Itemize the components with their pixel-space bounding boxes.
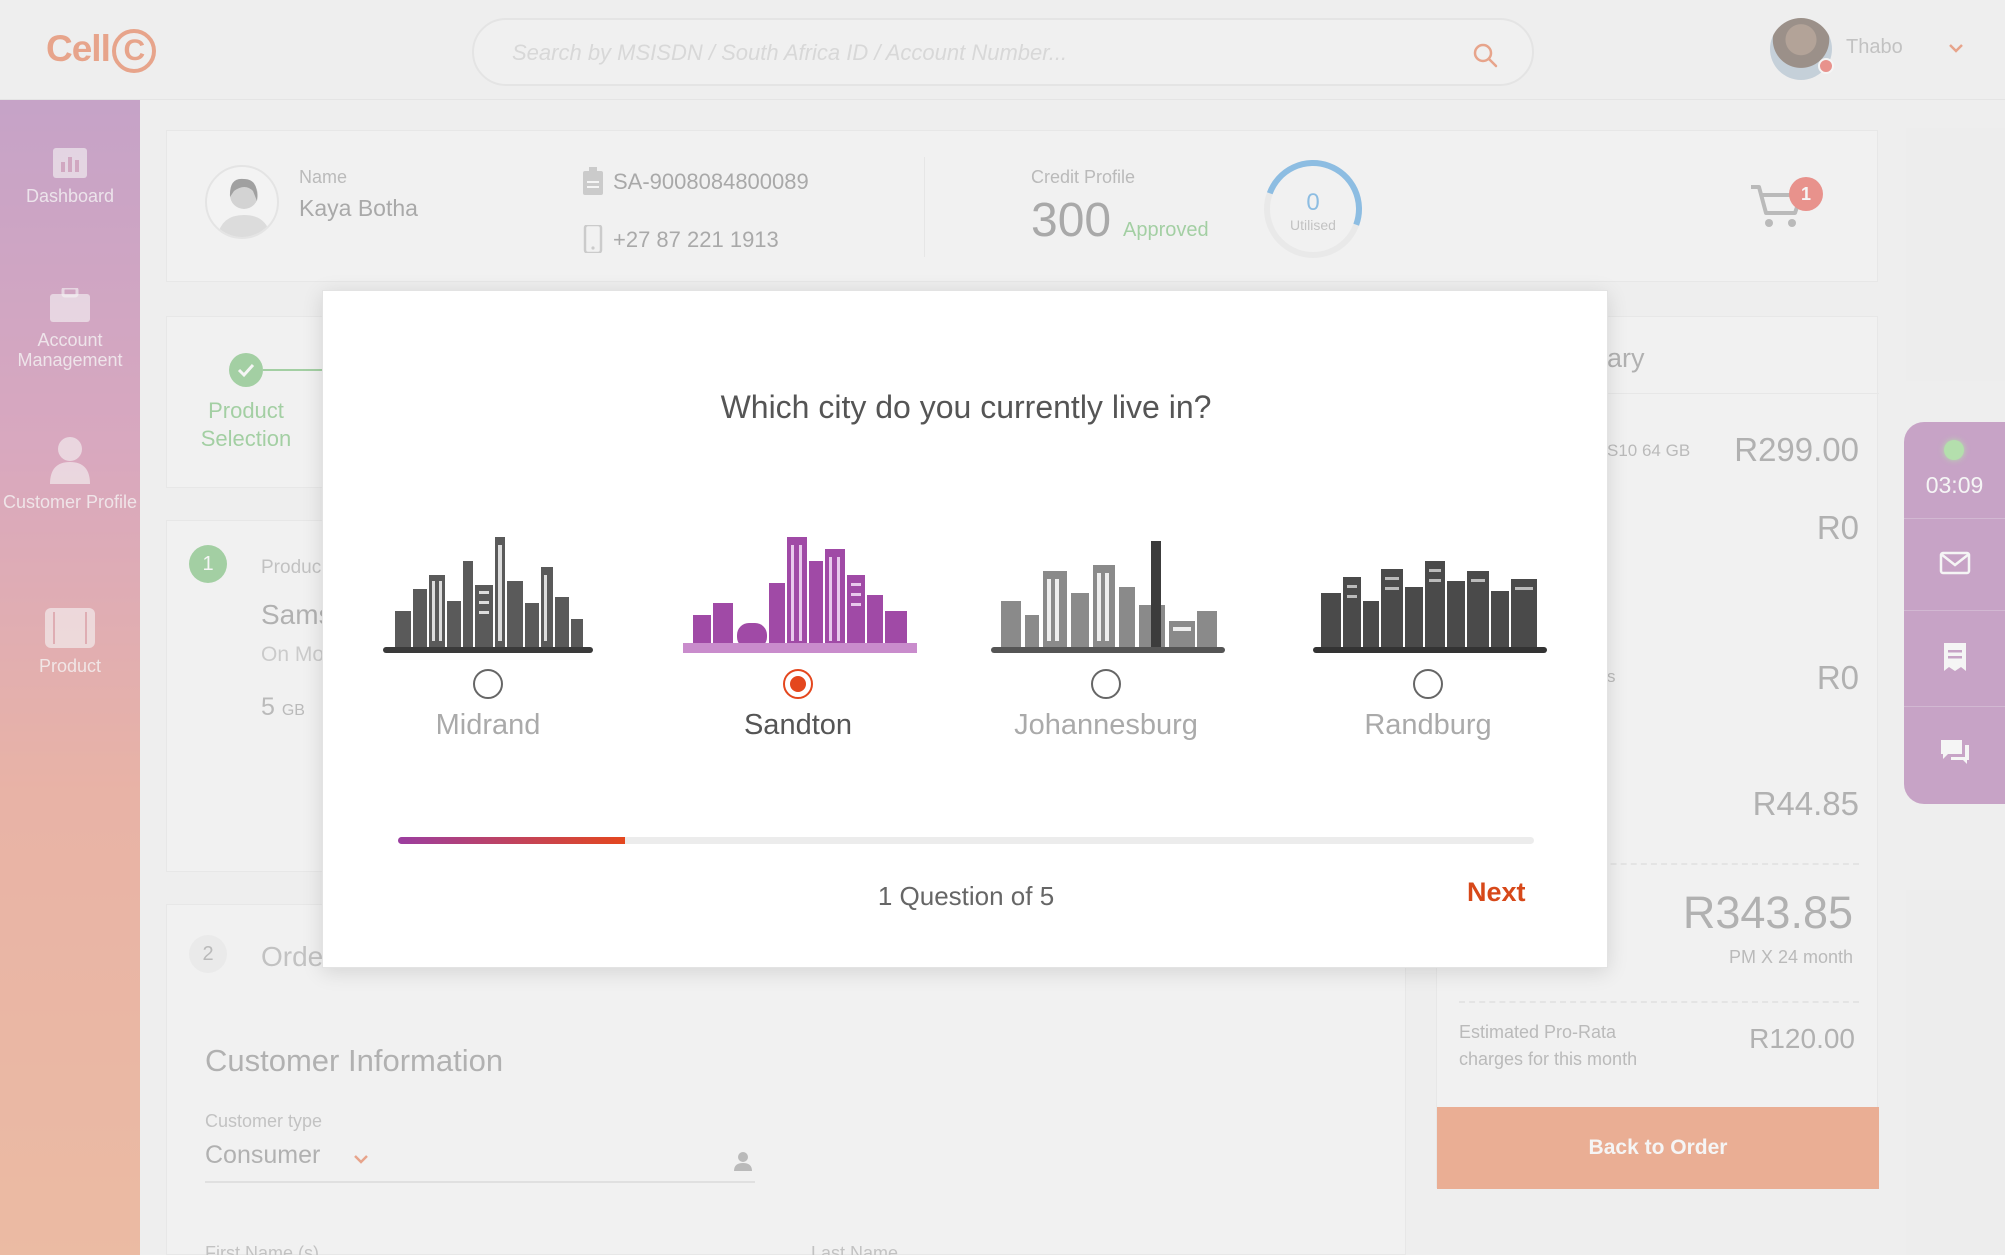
city-option-johannesburg[interactable]: Johannesburg: [991, 531, 1225, 742]
question-progress-bar: [398, 837, 1534, 844]
city-option-sandton[interactable]: Sandton: [683, 531, 917, 742]
sandton-skyline-illustration: [683, 537, 917, 653]
modal-overlay: Which city do you currently live in? Mid…: [0, 0, 2005, 1255]
city-question-modal: Which city do you currently live in? Mid…: [322, 290, 1608, 968]
city-option-midrand[interactable]: Midrand: [373, 531, 603, 742]
johannesburg-skyline-illustration: [991, 541, 1225, 653]
radio-button[interactable]: [1091, 669, 1121, 699]
progress-fill: [398, 837, 626, 844]
city-option-randburg[interactable]: Randburg: [1313, 531, 1547, 742]
city-name: Randburg: [1364, 709, 1492, 741]
radio-button-selected[interactable]: [783, 669, 813, 699]
radio-button[interactable]: [1413, 669, 1443, 699]
midrand-skyline-illustration: [383, 537, 593, 653]
randburg-skyline-illustration: [1313, 561, 1547, 653]
radio-button[interactable]: [473, 669, 503, 699]
question-title: Which city do you currently live in?: [720, 389, 1212, 425]
city-name: Sandton: [743, 709, 853, 741]
city-name: Midrand: [435, 709, 541, 741]
question-counter: 1 Question of 5: [877, 881, 1055, 911]
app-root: CellC Thabo Dashboard Account Management…: [0, 0, 2005, 1255]
next-button[interactable]: Next: [1467, 877, 1526, 908]
city-name: Johannesburg: [1014, 709, 1198, 741]
